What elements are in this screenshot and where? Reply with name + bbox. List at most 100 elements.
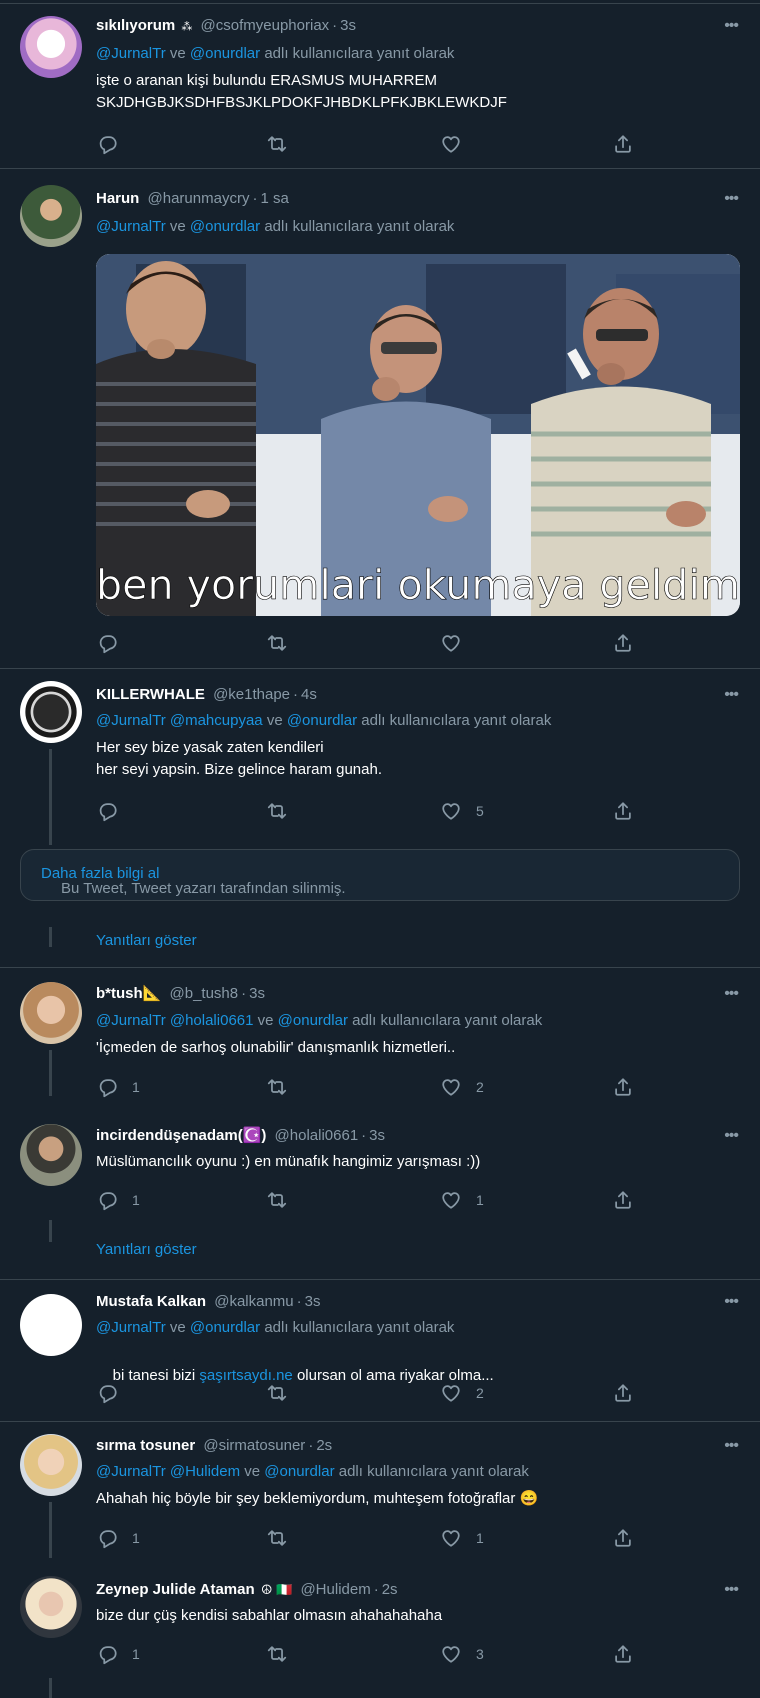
author-handle[interactable]: @kalkanmu bbox=[214, 1293, 293, 1310]
avatar[interactable] bbox=[20, 16, 82, 78]
like-button[interactable] bbox=[440, 132, 462, 156]
like-button[interactable] bbox=[440, 631, 462, 655]
author-name[interactable]: Mustafa Kalkan bbox=[96, 1293, 206, 1310]
like-button[interactable]: 2 bbox=[440, 1075, 484, 1099]
share-button[interactable] bbox=[612, 132, 634, 156]
retweet-button[interactable] bbox=[266, 1526, 288, 1550]
more-icon[interactable]: ••• bbox=[724, 986, 739, 1002]
author-handle[interactable]: @holali0661 bbox=[275, 1127, 359, 1144]
avatar[interactable] bbox=[20, 1434, 82, 1496]
timestamp[interactable]: 4s bbox=[301, 686, 317, 703]
mention-link[interactable]: @JurnalTr @mahcupyaa bbox=[96, 712, 263, 729]
avatar[interactable] bbox=[20, 681, 82, 743]
timestamp[interactable]: 3s bbox=[369, 1127, 385, 1144]
mention-link[interactable]: @JurnalTr bbox=[96, 45, 166, 62]
avatar[interactable] bbox=[20, 982, 82, 1044]
avatar[interactable] bbox=[20, 1576, 82, 1638]
mention-link[interactable]: @JurnalTr @Hulidem bbox=[96, 1463, 240, 1480]
author-name[interactable]: Zeynep Julide Ataman bbox=[96, 1581, 255, 1598]
show-replies-link[interactable]: Yanıtları göster bbox=[96, 931, 197, 951]
mention-link[interactable]: @JurnalTr bbox=[96, 1319, 166, 1336]
reply-button[interactable] bbox=[96, 132, 118, 156]
avatar[interactable] bbox=[20, 185, 82, 247]
timestamp[interactable]: 3s bbox=[249, 985, 265, 1002]
like-button[interactable]: 2 bbox=[440, 1381, 484, 1405]
author-name[interactable]: Harun bbox=[96, 190, 139, 207]
tweet-image[interactable]: ben yorumlari okumaya geldim bbox=[96, 254, 740, 616]
author-handle[interactable]: @b_tush8 bbox=[170, 985, 239, 1002]
like-count: 2 bbox=[476, 1385, 484, 1401]
reply-button[interactable] bbox=[96, 1381, 118, 1405]
author-name[interactable]: sırma tosuner bbox=[96, 1437, 195, 1454]
author-name[interactable]: KILLERWHALE bbox=[96, 686, 205, 703]
show-replies-link[interactable]: Yanıtları göster bbox=[96, 1240, 197, 1260]
like-button[interactable]: 1 bbox=[440, 1188, 484, 1212]
reply-button[interactable] bbox=[96, 631, 118, 655]
tweet-killerwhale[interactable]: KILLERWHALE @ke1thape · 4s ••• @JurnalTr @… bbox=[0, 669, 760, 969]
tweet-mustafa-kalkan[interactable]: Mustafa Kalkan @kalkanmu · 3s ••• @JurnalT… bbox=[0, 1280, 760, 1420]
share-button[interactable] bbox=[612, 799, 634, 823]
mention-link[interactable]: @onurdlar bbox=[264, 1463, 334, 1480]
author-name[interactable]: incirdendüşenadam(☪️) bbox=[96, 1127, 266, 1144]
tweet-text-line: 'İçmeden de sarhoş olunabilir' danışmanl… bbox=[96, 1039, 456, 1056]
mention-link[interactable]: @onurdlar bbox=[190, 218, 260, 235]
reply-count: 1 bbox=[132, 1192, 140, 1208]
like-count: 1 bbox=[476, 1530, 484, 1546]
retweet-button[interactable] bbox=[266, 1075, 288, 1099]
more-icon[interactable]: ••• bbox=[724, 1294, 739, 1310]
tweet-btush[interactable]: b*tush📐 @b_tush8 · 3s ••• @JurnalTr @holal… bbox=[0, 968, 760, 1268]
avatar[interactable] bbox=[20, 1294, 82, 1356]
reply-button[interactable]: 1 bbox=[96, 1526, 140, 1550]
more-icon[interactable]: ••• bbox=[724, 18, 739, 34]
timestamp[interactable]: 2s bbox=[316, 1437, 332, 1454]
timestamp[interactable]: 3s bbox=[305, 1293, 321, 1310]
reply-button[interactable]: 1 bbox=[96, 1188, 140, 1212]
like-button[interactable]: 3 bbox=[440, 1642, 484, 1666]
mention-link[interactable]: @JurnalTr bbox=[96, 218, 166, 235]
mention-link[interactable]: @JurnalTr @holali0661 bbox=[96, 1012, 253, 1029]
author-name[interactable]: sıkılıyorum bbox=[96, 17, 175, 34]
reply-icon bbox=[99, 136, 117, 155]
retweet-button[interactable] bbox=[266, 1381, 288, 1405]
tweet-sikiliyorum[interactable]: sıkılıyorum ⁂ @csofmyeuphoriax · 3s ••• @J… bbox=[0, 0, 760, 168]
share-button[interactable] bbox=[612, 1075, 634, 1099]
author-name[interactable]: b*tush📐 bbox=[96, 985, 161, 1002]
author-handle[interactable]: @csofmyeuphoriax bbox=[201, 17, 330, 34]
reply-button[interactable]: 1 bbox=[96, 1075, 140, 1099]
mention-link[interactable]: @onurdlar bbox=[278, 1012, 348, 1029]
retweet-button[interactable] bbox=[266, 132, 288, 156]
more-icon[interactable]: ••• bbox=[724, 191, 739, 207]
more-icon[interactable]: ••• bbox=[724, 687, 739, 703]
mention-link[interactable]: @onurdlar bbox=[287, 712, 357, 729]
deleted-tweet-notice: Bu Tweet, Tweet yazarı tarafından silinm… bbox=[20, 849, 740, 901]
avatar[interactable] bbox=[20, 1124, 82, 1186]
like-button[interactable]: 5 bbox=[440, 799, 484, 823]
reply-button[interactable]: 1 bbox=[96, 1642, 140, 1666]
share-button[interactable] bbox=[612, 1381, 634, 1405]
mention-link[interactable]: @onurdlar bbox=[190, 45, 260, 62]
author-handle[interactable]: @harunmaycry bbox=[148, 190, 250, 207]
retweet-button[interactable] bbox=[266, 1188, 288, 1212]
share-button[interactable] bbox=[612, 1188, 634, 1212]
share-button[interactable] bbox=[612, 1642, 634, 1666]
like-button[interactable]: 1 bbox=[440, 1526, 484, 1550]
author-handle[interactable]: @sirmatosuner bbox=[203, 1437, 305, 1454]
timestamp[interactable]: 1 sa bbox=[260, 190, 288, 207]
tweet-harun[interactable]: Harun @harunmaycry · 1 sa ••• @JurnalTr ve… bbox=[0, 169, 760, 667]
share-button[interactable] bbox=[612, 1526, 634, 1550]
more-icon[interactable]: ••• bbox=[724, 1582, 739, 1598]
tweet-sirma-tosuner[interactable]: sırma tosuner @sirmatosuner · 2s ••• @Jurn… bbox=[0, 1422, 760, 1698]
retweet-button[interactable] bbox=[266, 1642, 288, 1666]
author-handle[interactable]: @Hulidem bbox=[300, 1581, 370, 1598]
more-icon[interactable]: ••• bbox=[724, 1438, 739, 1454]
timestamp[interactable]: 2s bbox=[382, 1581, 398, 1598]
tweet-text: 'İçmeden de sarhoş olunabilir' danışmanl… bbox=[96, 1037, 736, 1059]
author-handle[interactable]: @ke1thape bbox=[213, 686, 290, 703]
reply-button[interactable] bbox=[96, 799, 118, 823]
more-icon[interactable]: ••• bbox=[724, 1128, 739, 1144]
retweet-button[interactable] bbox=[266, 799, 288, 823]
mention-link[interactable]: @onurdlar bbox=[190, 1319, 260, 1336]
timestamp[interactable]: 3s bbox=[340, 17, 356, 34]
share-button[interactable] bbox=[612, 631, 634, 655]
retweet-button[interactable] bbox=[266, 631, 288, 655]
